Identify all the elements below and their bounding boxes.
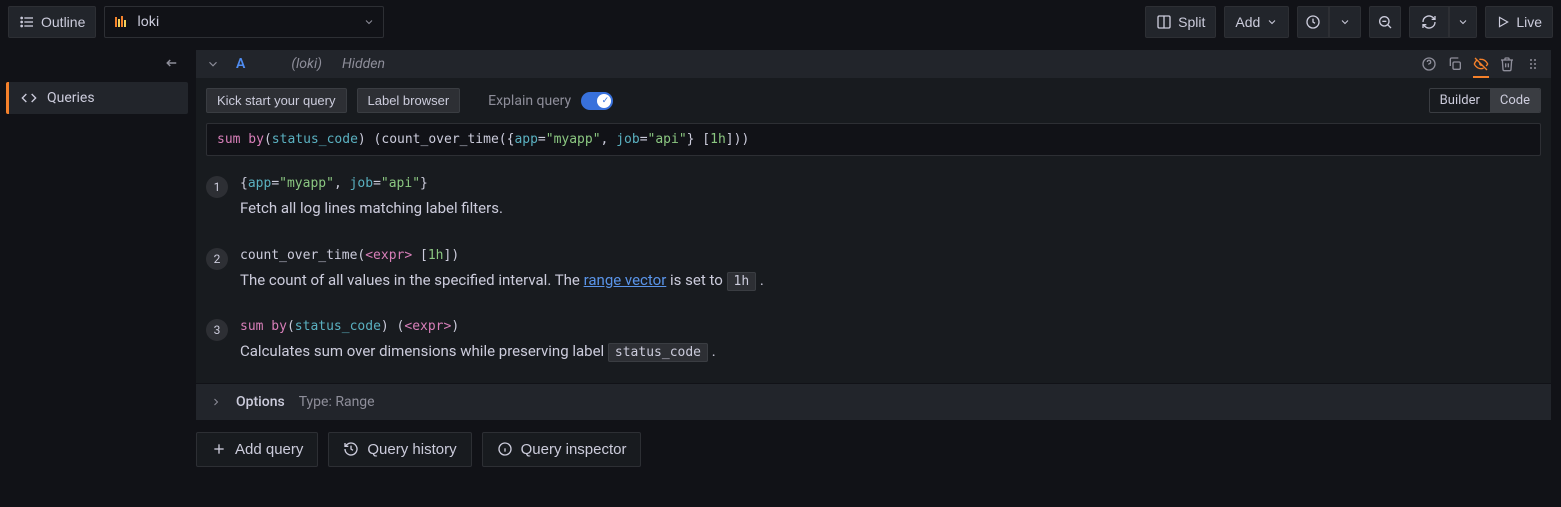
help-icon[interactable]	[1421, 56, 1437, 72]
explain-query-label: Explain query	[488, 93, 571, 109]
explain-step: 1 {app="myapp", job="api"} Fetch all log…	[206, 166, 1541, 238]
query-inspector-button[interactable]: Query inspector	[482, 432, 642, 467]
explain-section: 1 {app="myapp", job="api"} Fetch all log…	[196, 166, 1551, 383]
split-button[interactable]: Split	[1145, 6, 1216, 38]
live-label: Live	[1516, 14, 1542, 30]
run-query-button[interactable]	[1409, 6, 1449, 38]
hide-query-icon[interactable]	[1473, 56, 1489, 78]
label-browser-button[interactable]: Label browser	[357, 88, 461, 113]
explain-step: 3 sum by(status_code) (<expr>) Calculate…	[206, 309, 1541, 373]
delete-icon[interactable]	[1499, 56, 1515, 72]
query-panel: A (loki) Hidden Kick start your query La…	[196, 50, 1551, 420]
sidebar-item-queries[interactable]: Queries	[6, 82, 188, 114]
mode-builder[interactable]: Builder	[1430, 89, 1490, 112]
live-button[interactable]: Live	[1485, 6, 1553, 38]
run-query-dropdown[interactable]	[1449, 6, 1477, 38]
collapse-sidebar-icon[interactable]	[162, 54, 180, 72]
time-range-dropdown[interactable]	[1329, 6, 1361, 38]
play-icon	[1496, 15, 1510, 29]
explain-text: Calculates sum over dimensions while pre…	[240, 340, 1541, 363]
copy-icon[interactable]	[1447, 56, 1463, 72]
add-button[interactable]: Add	[1224, 6, 1289, 38]
chevron-down-icon	[363, 16, 375, 28]
plus-icon	[211, 441, 227, 457]
editor-mode-segment: Builder Code	[1429, 88, 1541, 113]
time-range-button[interactable]	[1297, 6, 1329, 38]
mode-code[interactable]: Code	[1490, 89, 1540, 112]
datasource-name: loki	[137, 14, 159, 30]
outline-button[interactable]: Outline	[8, 6, 96, 38]
query-expression-input[interactable]: sum by(status_code) (count_over_time({ap…	[206, 123, 1541, 156]
loki-logo-icon	[113, 14, 129, 30]
chevron-down-icon	[1266, 16, 1278, 28]
code-icon	[21, 90, 37, 106]
options-type: Type: Range	[299, 394, 375, 410]
split-label: Split	[1178, 14, 1205, 30]
query-inspector-label: Query inspector	[521, 441, 627, 458]
options-label: Options	[236, 394, 285, 410]
kick-start-button[interactable]: Kick start your query	[206, 88, 347, 113]
chevron-down-icon	[1457, 16, 1469, 28]
zoom-out-icon	[1377, 14, 1393, 30]
chevron-down-icon	[1339, 16, 1351, 28]
info-icon	[497, 441, 513, 457]
step-number: 3	[206, 319, 228, 341]
zoom-out-button[interactable]	[1369, 6, 1401, 38]
options-row[interactable]: Options Type: Range	[196, 383, 1551, 420]
sidebar: Queries	[0, 44, 190, 507]
range-vector-link[interactable]: range vector	[584, 271, 667, 289]
query-ref-label[interactable]: A	[230, 56, 251, 72]
label-pill: status_code	[608, 343, 708, 362]
split-icon	[1156, 14, 1172, 30]
query-history-label: Query history	[367, 441, 456, 458]
history-icon	[343, 441, 359, 457]
query-status: Hidden	[342, 56, 385, 72]
refresh-icon	[1421, 14, 1437, 30]
explain-code: count_over_time(<expr> [1h])	[240, 248, 1541, 263]
chevron-right-icon	[210, 396, 222, 408]
range-pill: 1h	[727, 272, 757, 291]
drag-handle-icon[interactable]	[1525, 56, 1541, 72]
sidebar-item-label: Queries	[47, 90, 95, 106]
outline-label: Outline	[41, 14, 85, 30]
explain-text: Fetch all log lines matching label filte…	[240, 197, 1541, 220]
clock-icon	[1305, 14, 1321, 30]
outline-icon	[19, 14, 35, 30]
query-ds-hint: (loki)	[291, 56, 322, 72]
explain-code: {app="myapp", job="api"}	[240, 176, 1541, 191]
explain-step: 2 count_over_time(<expr> [1h]) The count…	[206, 238, 1541, 310]
step-number: 1	[206, 176, 228, 198]
query-history-button[interactable]: Query history	[328, 432, 471, 467]
explain-query-toggle[interactable]: ✓	[581, 92, 613, 110]
add-query-label: Add query	[235, 441, 303, 458]
explain-text: The count of all values in the specified…	[240, 269, 1541, 292]
add-query-button[interactable]: Add query	[196, 432, 318, 467]
explain-code: sum by(status_code) (<expr>)	[240, 319, 1541, 334]
add-label: Add	[1235, 14, 1260, 30]
collapse-query-icon[interactable]	[206, 57, 220, 71]
step-number: 2	[206, 248, 228, 270]
datasource-selector[interactable]: loki	[104, 6, 384, 38]
